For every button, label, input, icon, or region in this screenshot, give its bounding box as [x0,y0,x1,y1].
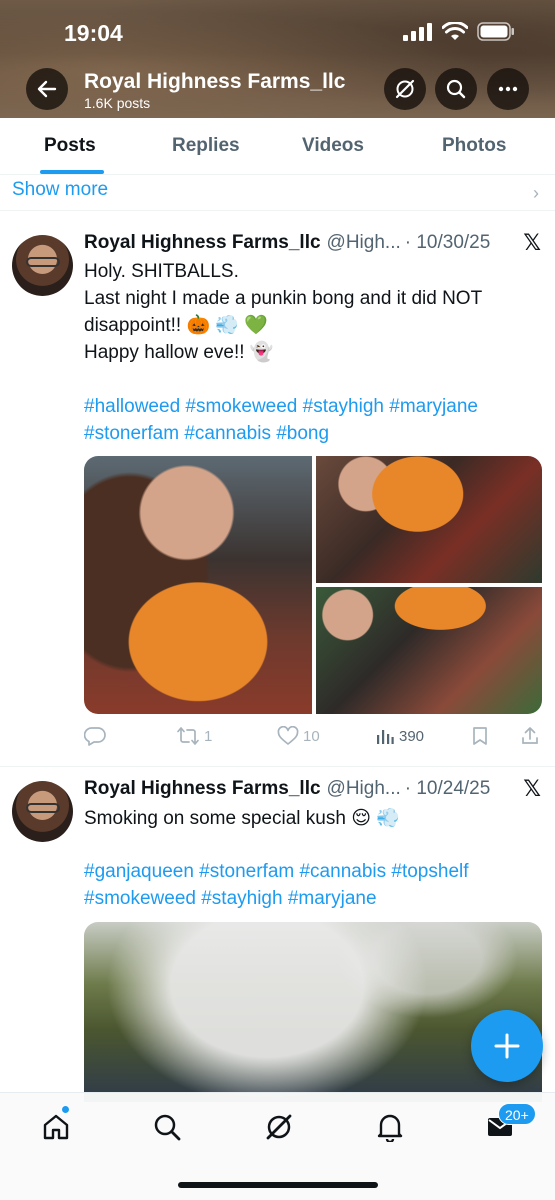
tweet-header: Royal Highness Farms_llc @High... · 10/3… [84,232,490,254]
divider [0,766,555,767]
like-button[interactable]: 10 [277,726,320,746]
more-button[interactable] [487,68,529,110]
tweet-hashtags[interactable]: #ganjaqueen #stonerfam #cannabis #topshe… [84,858,544,912]
grok-icon [395,79,415,99]
view-count: 390 [399,727,425,745]
x-logo-icon: 𝕏 [523,230,541,255]
more-icon [498,86,518,92]
share-icon [522,727,538,744]
search-button[interactable] [435,68,477,110]
home-indicator [178,1182,378,1188]
heart-icon [277,726,299,745]
tweet-photo[interactable] [84,456,312,714]
search-icon [154,1114,181,1141]
messages-badge: 20+ [498,1103,536,1125]
status-bar: 19:04 [0,0,555,62]
profile-tabs: Posts Replies Videos Photos [0,118,555,175]
avatar[interactable] [12,235,73,296]
compose-button[interactable] [471,1010,543,1082]
tweet-line: Holy. SHITBALLS. [84,261,239,282]
notifications-icon [377,1114,403,1142]
share-button[interactable] [520,726,540,746]
tweet-line: Smoking on some special kush 😌 💨 [84,808,400,829]
wifi-icon [442,22,468,40]
repost-button[interactable]: 1 [176,726,212,746]
author-handle[interactable]: @High... [327,232,401,254]
signal-icon [403,22,432,41]
tab-videos[interactable]: Videos [302,135,364,157]
plus-icon [494,1033,520,1059]
tweet-header: Royal Highness Farms_llc @High... · 10/2… [84,778,490,800]
tweet-date: · 10/24/25 [404,778,491,799]
tweet-text: Smoking on some special kush 😌 💨 [84,805,544,832]
tab-posts[interactable]: Posts [44,135,96,157]
repost-count: 1 [204,727,213,745]
avatar[interactable] [12,781,73,842]
grok-button[interactable] [384,68,426,110]
nav-notifications[interactable] [370,1107,410,1147]
nav-grok[interactable] [259,1107,299,1147]
profile-name: Royal Highness Farms_llc [84,70,346,93]
views-button[interactable]: 390 [375,726,424,746]
profile-header: 19:04 Royal Highness Farms_llc 1.6K post… [0,0,555,118]
grok-icon [266,1114,292,1140]
active-tab-indicator [40,170,104,174]
notification-dot [61,1105,70,1114]
repost-icon [177,727,199,745]
nav-home[interactable] [36,1107,76,1147]
search-icon [446,79,466,99]
x-logo-icon: 𝕏 [523,776,541,801]
views-icon [377,730,394,744]
status-time: 19:04 [64,20,123,46]
tweet-date: · 10/30/25 [404,232,491,253]
bookmark-icon [473,727,487,745]
author-name[interactable]: Royal Highness Farms_llc [84,778,321,800]
tweet-line: Happy hallow eve!! 👻 [84,342,274,363]
tab-replies[interactable]: Replies [172,135,240,157]
back-arrow-icon [37,80,57,98]
back-button[interactable] [26,68,68,110]
tweet-photo[interactable] [316,587,542,714]
tweet-actions: 1 10 390 [84,726,544,750]
show-more-link[interactable]: Show more [12,179,108,201]
author-handle[interactable]: @High... [327,778,401,800]
like-count: 10 [303,727,320,745]
post-count: 1.6K posts [84,95,151,111]
bookmark-button[interactable] [471,726,489,746]
battery-icon [477,22,514,41]
status-icons [403,22,515,41]
tweet-hashtags[interactable]: #halloweed #smokeweed #stayhigh #maryjan… [84,393,544,447]
tweet-text: Holy. SHITBALLS. Last night I made a pun… [84,258,544,366]
reply-button[interactable] [84,726,110,746]
chevron-right-icon[interactable]: › [533,183,539,204]
nav-search[interactable] [147,1107,187,1147]
tweet-photo[interactable] [316,456,542,583]
tab-photos[interactable]: Photos [442,135,506,157]
tweet-photo[interactable] [84,922,542,1102]
reply-icon [84,727,106,746]
divider [0,210,555,211]
tweet-line: Last night I made a punkin bong and it d… [84,288,482,336]
home-icon [43,1114,69,1140]
author-name[interactable]: Royal Highness Farms_llc [84,232,321,254]
